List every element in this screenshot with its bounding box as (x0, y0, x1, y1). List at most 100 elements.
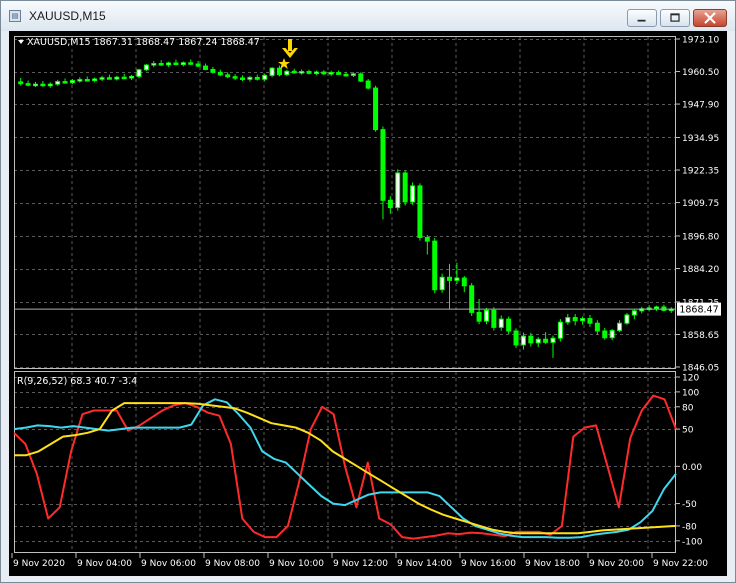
candle-body (491, 309, 497, 328)
candle-body (483, 309, 489, 322)
time-tick-label: 9 Nov 08:00 (205, 559, 260, 569)
candle-body (188, 62, 194, 65)
indicator-label: R(9,26,52) 68.3 40.7 -3.4 (17, 376, 137, 387)
price-tick-label: 1960.50 (682, 68, 719, 78)
price-tick-label: 1896.80 (682, 232, 719, 242)
candle-body (232, 76, 238, 79)
price-tick-label: 1909.75 (682, 199, 719, 209)
indicator-tick-label: -100 (682, 537, 703, 547)
candle-body (373, 87, 379, 131)
candle-body (254, 76, 260, 80)
candle-body (387, 199, 393, 209)
candle-body (121, 76, 127, 80)
candle-body (609, 329, 615, 339)
candle-body (136, 69, 142, 77)
chart-canvas[interactable]: 1973.10 1960.50 1947.90 1934.95 1922.35 1909.… (9, 31, 727, 576)
candle-body (432, 240, 438, 291)
candle-body (129, 75, 135, 79)
candle-body (358, 73, 364, 82)
candle-body (328, 72, 334, 75)
candle-body (106, 77, 112, 80)
candle-body (572, 317, 578, 322)
indicator-tick-label: 0.00 (682, 463, 702, 473)
candle-body (55, 81, 61, 85)
minimize-button[interactable] (627, 9, 657, 27)
candle-body (306, 71, 312, 74)
candle-body (594, 322, 600, 332)
candle-body (365, 80, 371, 89)
candle-body (239, 77, 245, 80)
chart-svg[interactable]: 1973.10 1960.50 1947.90 1934.95 1922.35 1909.… (9, 31, 727, 576)
time-tick-label: 9 Nov 06:00 (141, 559, 196, 569)
price-tick-label: 1922.35 (682, 167, 719, 177)
candle-body (321, 71, 327, 75)
candle-body (40, 83, 46, 87)
time-tick-label: 9 Nov 22:00 (653, 559, 708, 569)
candle-body (343, 73, 349, 77)
candle-body (624, 314, 630, 324)
candle-body (417, 185, 423, 239)
chart-window-icon[interactable]: ▤ (9, 10, 21, 22)
candle-body (284, 70, 290, 76)
price-tick-label: 1884.20 (682, 265, 719, 275)
candle-body (25, 83, 31, 86)
candle-body (350, 73, 356, 76)
candle-body (313, 71, 319, 75)
current-price-tag: 1868.47 (677, 302, 721, 316)
candle-body (513, 330, 519, 346)
candle-body (447, 276, 453, 281)
price-tick-label: 1934.95 (682, 134, 719, 144)
title-bar[interactable]: ▤ XAUUSD,M15 (1, 1, 735, 31)
time-tick-label: 9 Nov 10:00 (269, 559, 324, 569)
candle-body (299, 71, 305, 74)
candle-body (454, 277, 460, 281)
candle-body (69, 80, 75, 84)
candle-body (32, 83, 38, 87)
candle-body (498, 318, 504, 328)
candle-body (550, 337, 556, 343)
candle-body (528, 335, 534, 344)
indicator-tick-label: 80 (682, 403, 694, 413)
candle-body (99, 77, 105, 80)
candle-body (336, 72, 342, 75)
candle-body (158, 63, 164, 66)
candle-body (269, 67, 275, 76)
time-tick-label: 9 Nov 20:00 (589, 559, 644, 569)
candle-body (506, 318, 512, 332)
price-tick-label: 1858.65 (682, 331, 719, 341)
candle-body (654, 306, 660, 309)
candle-body (114, 76, 120, 80)
candle-body (395, 172, 401, 209)
indicator-tick-label: 120 (682, 374, 699, 384)
time-tick-label: 9 Nov 04:00 (77, 559, 132, 569)
candle-body (617, 322, 623, 331)
time-tick-label: 9 Nov 2020 (13, 559, 65, 569)
candle-body (47, 83, 53, 87)
candle-body (580, 318, 586, 322)
close-icon (704, 12, 716, 24)
candle-body (151, 63, 157, 66)
price-tick-label: 1846.05 (682, 364, 719, 374)
close-button[interactable] (693, 9, 727, 27)
indicator-tick-label: -50 (682, 500, 697, 510)
chart-info-label: XAUUSD,M15 1867.31 1868.47 1867.24 1868.… (27, 37, 260, 48)
candle-body (143, 64, 149, 71)
current-price-label: 1868.47 (679, 305, 718, 316)
candle-body (402, 172, 408, 203)
candle-body (18, 81, 24, 85)
candle-body (173, 62, 179, 66)
minimize-icon (637, 19, 646, 22)
candle-body (203, 65, 209, 70)
candle-body (225, 74, 231, 78)
time-tick-label: 9 Nov 12:00 (333, 559, 388, 569)
candle-body (410, 185, 416, 203)
symbol-info: XAUUSD,M15 1867.31 1868.47 1867.24 1868.… (18, 37, 260, 48)
indicator-tick-label: 50 (682, 426, 694, 436)
candle-body (84, 79, 90, 82)
candle-body (195, 63, 201, 67)
candle-body (535, 338, 541, 344)
candle-body (210, 68, 216, 73)
maximize-button[interactable] (660, 9, 690, 27)
candle-body (557, 321, 563, 339)
candle-body (461, 277, 467, 287)
